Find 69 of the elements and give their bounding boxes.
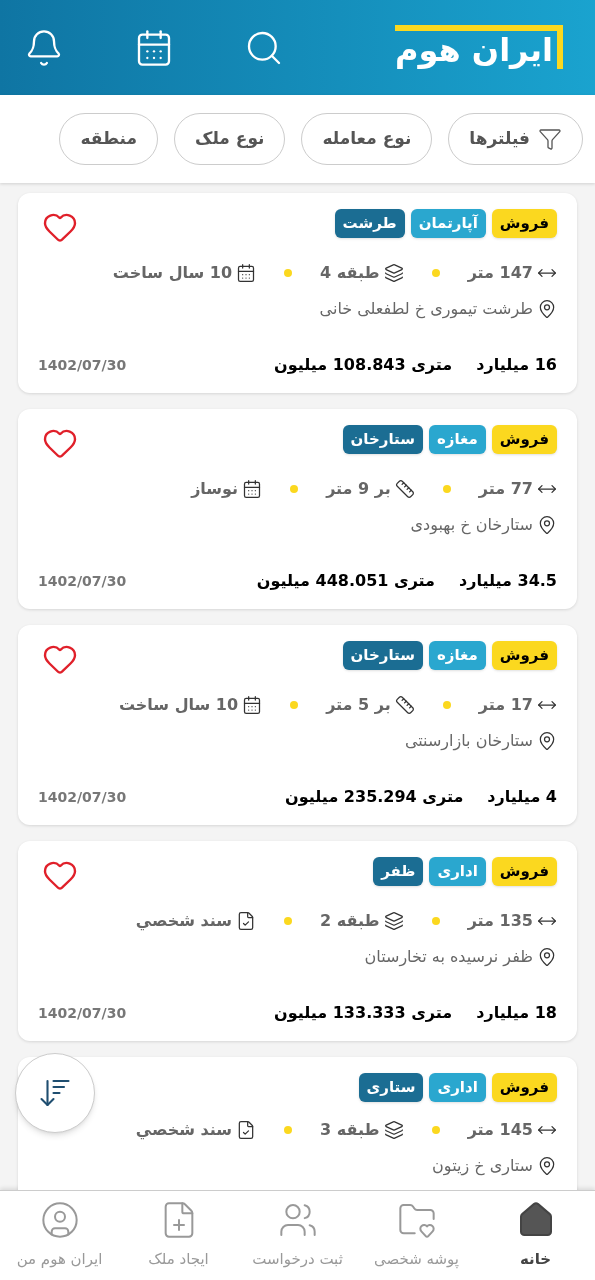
price-text: 4 میلیارد <box>487 786 557 808</box>
price-per-meter: متری 133.333 میلیون <box>273 1002 453 1024</box>
price-per-meter: متری 235.294 میلیون <box>285 786 464 808</box>
tag: ظفر <box>373 857 424 886</box>
feature-text: نوساز <box>191 478 239 500</box>
feature-text: طبقه 4 <box>320 262 380 284</box>
date-text: 1402/07/30 <box>38 1003 127 1023</box>
location-pin-icon <box>537 731 557 751</box>
feature-text: 77 متر <box>478 478 533 500</box>
date-text: 1402/07/30 <box>38 787 127 807</box>
location-pin-icon <box>537 299 557 319</box>
tag: مغازه <box>428 425 486 454</box>
feature-text: 10 سال ساخت <box>112 262 233 284</box>
ruler-icon <box>394 479 415 499</box>
tag: ستاری <box>358 1073 424 1102</box>
price-text: 18 میلیارد <box>476 1002 557 1024</box>
price-text: 16 میلیارد <box>476 354 557 376</box>
tag: فروش <box>491 857 557 886</box>
tag: ستارخان <box>342 425 423 454</box>
tag: فروش <box>491 209 557 238</box>
tag: فروش <box>491 641 557 670</box>
calendar-icon <box>242 695 263 715</box>
feature-text: طبقه 2 <box>320 910 380 932</box>
ruler-icon <box>394 695 415 715</box>
filter-chip[interactable]: نوع ملک <box>174 113 286 165</box>
location-pin-icon <box>537 515 557 535</box>
filter-icon <box>538 127 562 151</box>
feature-text: 147 متر <box>467 262 533 284</box>
filter-chip[interactable]: منطقه <box>59 113 158 165</box>
location-pin-icon <box>537 1155 557 1176</box>
tag: ستارخان <box>342 641 423 670</box>
feature-text: 17 متر <box>478 694 533 716</box>
location-text: ستاری خ زیتون <box>432 1154 533 1178</box>
feature-text: طبقه 3 <box>320 1118 380 1141</box>
tag: اداری <box>429 1073 486 1102</box>
location-text: ستارخان بازارسنتی <box>404 730 533 753</box>
price-per-meter: متری 448.051 میلیون <box>256 570 435 592</box>
listing-card[interactable]: فروش اداری ستاری 145 متر طبقه 3 سند شخصي ستاری خ زیتون <box>18 1057 577 1190</box>
date-text: 1402/07/30 <box>38 355 127 375</box>
feature-text: سند شخصي <box>135 910 233 933</box>
tag: مغازه <box>428 641 486 670</box>
tag: آپارتمان <box>410 209 486 238</box>
tag: اداری <box>429 857 486 886</box>
user-circle-icon <box>39 1200 80 1241</box>
feature-text: 10 سال ساخت <box>118 694 239 716</box>
tag: طرشت <box>334 209 405 238</box>
layers-icon <box>383 263 404 283</box>
tag: فروش <box>491 1073 557 1102</box>
layers-icon <box>383 1119 404 1140</box>
feature-text: 135 متر <box>467 910 533 932</box>
filter-chip[interactable]: نوع معامله <box>301 113 433 165</box>
location-text: ظفر نرسیده به تخارستان <box>364 946 533 969</box>
location-text: طرشت تیموری خ لطفعلی خانی <box>319 298 533 321</box>
feature-text: بر 5 متر <box>326 694 391 716</box>
price-text: 34.5 میلیارد <box>459 570 557 592</box>
layers-icon <box>383 911 404 931</box>
feature-text: 145 متر <box>467 1118 533 1141</box>
app-logo: ایران هوم <box>395 24 563 69</box>
nav-tab[interactable]: خانه <box>476 1191 595 1280</box>
tag: فروش <box>491 425 557 454</box>
feature-text: بر 9 متر <box>326 478 391 500</box>
location-pin-icon <box>537 947 557 967</box>
date-text: 1402/07/30 <box>38 571 127 591</box>
filter-chip[interactable]: فیلترها <box>448 113 583 165</box>
calendar-icon <box>236 263 257 283</box>
price-per-meter: متری 108.843 میلیون <box>273 354 453 376</box>
calendar-icon <box>242 479 263 499</box>
location-text: ستارخان خ بهبودی <box>410 514 533 537</box>
feature-text: سند شخصي <box>135 1118 233 1142</box>
